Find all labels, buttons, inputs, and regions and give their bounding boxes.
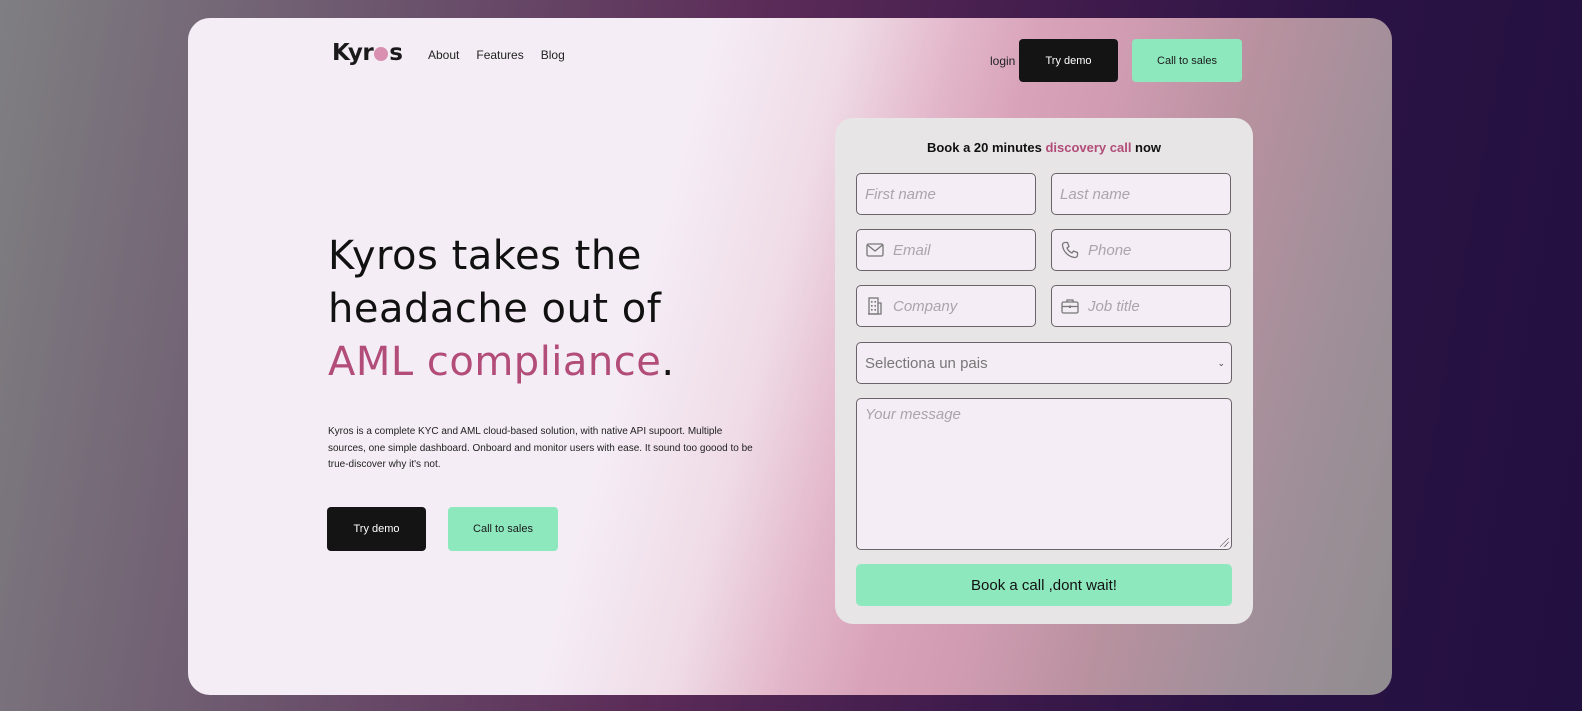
- resize-handle-icon[interactable]: [1220, 538, 1229, 547]
- country-select-value: Selectiona un pais: [865, 354, 988, 372]
- logo-dot: [374, 47, 389, 61]
- email-field[interactable]: Email: [856, 229, 1036, 271]
- message-placeholder: Your message: [865, 406, 961, 423]
- headline-line-1: Kyros takes the: [328, 233, 642, 279]
- headline-period: .: [661, 339, 675, 385]
- login-link[interactable]: login: [990, 54, 1015, 68]
- logo-text-prefix: Kyr: [332, 40, 374, 66]
- main-card: Kyr s About Features Blog login Try demo …: [188, 18, 1392, 695]
- form-title-prefix: Book a 20 minutes: [926, 140, 1046, 155]
- phone-field[interactable]: Phone: [1051, 229, 1231, 271]
- hero-call-sales-button[interactable]: Call to sales: [448, 507, 558, 551]
- last-name-field[interactable]: Last name: [1051, 173, 1231, 215]
- phone-placeholder: Phone: [1088, 241, 1132, 259]
- briefcase-icon: [1060, 296, 1080, 316]
- form-title: Book a 20 minutes discovery call now: [835, 140, 1253, 155]
- book-call-button[interactable]: Book a call ,dont wait!: [856, 564, 1232, 606]
- nav-link-about[interactable]: About: [428, 48, 459, 62]
- headline-accent: AML compliance: [328, 339, 662, 385]
- nav-call-sales-button[interactable]: Call to sales: [1132, 39, 1242, 82]
- top-nav: About Features Blog: [428, 48, 565, 62]
- nav-link-features[interactable]: Features: [476, 48, 523, 62]
- email-placeholder: Email: [893, 241, 931, 259]
- country-select[interactable]: Selectiona un pais ⌄: [856, 342, 1232, 384]
- job-title-field[interactable]: Job title: [1051, 285, 1231, 327]
- job-title-placeholder: Job title: [1088, 297, 1140, 315]
- building-icon: [865, 296, 885, 316]
- hero-headline: Kyros takes the headache out of AML comp…: [328, 230, 675, 389]
- message-textarea[interactable]: Your message: [856, 398, 1232, 550]
- last-name-placeholder: Last name: [1060, 185, 1131, 203]
- first-name-field[interactable]: First name: [856, 173, 1036, 215]
- kyros-logo[interactable]: Kyr s: [332, 40, 403, 66]
- logo-text-suffix: s: [389, 40, 403, 66]
- company-placeholder: Company: [893, 297, 958, 315]
- form-title-accent: discovery call: [1045, 140, 1132, 155]
- booking-form: Book a 20 minutes discovery call now Fir…: [835, 118, 1253, 624]
- phone-icon: [1060, 240, 1080, 260]
- hero-description: Kyros is a complete KYC and AML cloud-ba…: [328, 426, 753, 470]
- nav-try-demo-button[interactable]: Try demo: [1019, 39, 1118, 82]
- headline-line-2: headache out of: [328, 286, 662, 332]
- form-title-suffix: now: [1131, 140, 1162, 155]
- chevron-down-icon: ⌄: [1217, 357, 1225, 368]
- nav-link-blog[interactable]: Blog: [541, 48, 565, 62]
- first-name-placeholder: First name: [865, 185, 936, 203]
- company-field[interactable]: Company: [856, 285, 1036, 327]
- mail-icon: [865, 240, 885, 260]
- hero-try-demo-button[interactable]: Try demo: [327, 507, 426, 551]
